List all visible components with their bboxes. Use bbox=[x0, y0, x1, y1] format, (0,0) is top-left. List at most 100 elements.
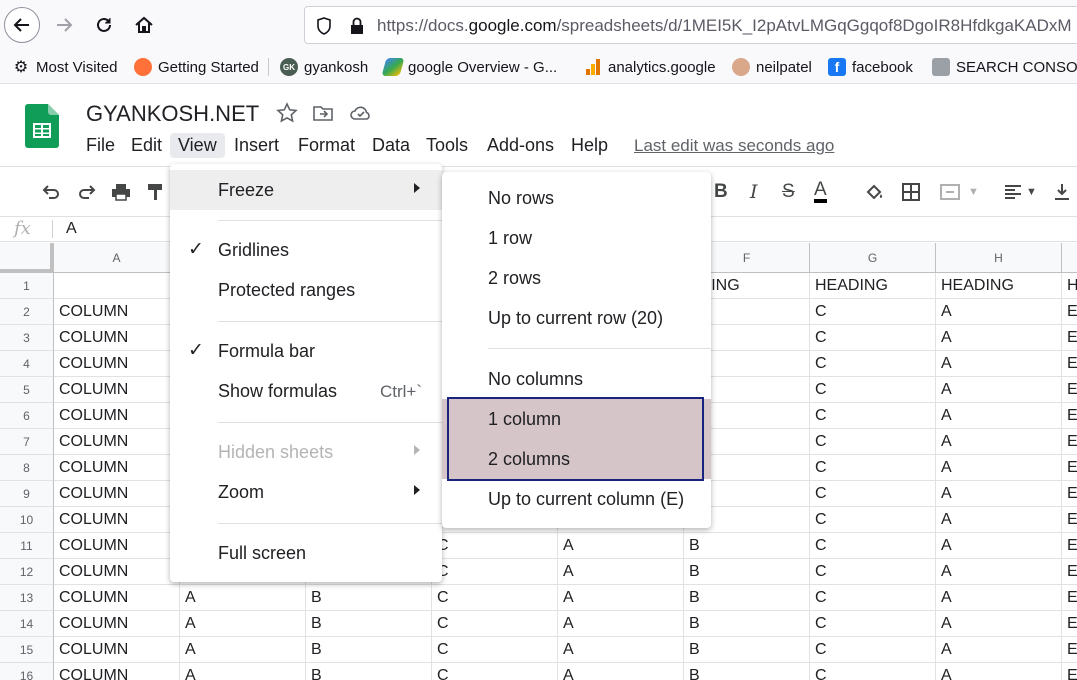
cell-h9[interactable]: A bbox=[936, 481, 1062, 507]
menu-item-zoom[interactable]: Zoom bbox=[170, 472, 442, 512]
cell-a16[interactable]: COLUMN bbox=[54, 663, 180, 680]
document-title[interactable]: GYANKOSH.NET bbox=[86, 101, 259, 127]
menu-insert[interactable]: Insert bbox=[226, 133, 287, 158]
cell-i16[interactable]: E bbox=[1062, 663, 1077, 680]
cell-h10[interactable]: A bbox=[936, 507, 1062, 533]
home-button[interactable] bbox=[126, 7, 162, 43]
cell-a4[interactable]: COLUMN bbox=[54, 351, 180, 377]
cell-a13[interactable]: COLUMN bbox=[54, 585, 180, 611]
freeze-1-row[interactable]: 1 row bbox=[442, 218, 711, 258]
bookmark-getting-started[interactable]: Getting Started bbox=[134, 56, 259, 78]
last-edit-link[interactable]: Last edit was seconds ago bbox=[634, 136, 834, 156]
row-header-15[interactable]: 15 bbox=[0, 637, 54, 663]
cell-g15[interactable]: C bbox=[810, 637, 936, 663]
cell-h7[interactable]: A bbox=[936, 429, 1062, 455]
cell-g14[interactable]: C bbox=[810, 611, 936, 637]
cell-d13[interactable]: C bbox=[432, 585, 558, 611]
cell-i15[interactable]: E bbox=[1062, 637, 1077, 663]
star-icon[interactable] bbox=[276, 102, 298, 124]
cell-a12[interactable]: COLUMN bbox=[54, 559, 180, 585]
print-icon[interactable] bbox=[110, 181, 132, 203]
menu-data[interactable]: Data bbox=[364, 133, 418, 158]
cell-d11[interactable]: C bbox=[432, 533, 558, 559]
select-all-corner[interactable] bbox=[0, 243, 54, 273]
text-color-icon[interactable]: A bbox=[814, 179, 827, 203]
menu-add-ons[interactable]: Add-ons bbox=[479, 133, 562, 158]
menu-file[interactable]: File bbox=[78, 133, 123, 158]
merge-dropdown-icon[interactable]: ▼ bbox=[968, 181, 979, 203]
align-left-icon[interactable] bbox=[1002, 181, 1024, 203]
cell-a5[interactable]: COLUMN bbox=[54, 377, 180, 403]
cell-h5[interactable]: A bbox=[936, 377, 1062, 403]
cell-h16[interactable]: A bbox=[936, 663, 1062, 680]
cell-e13[interactable]: A bbox=[558, 585, 684, 611]
cell-f16[interactable]: B bbox=[684, 663, 810, 680]
column-header-g[interactable]: G bbox=[810, 243, 936, 273]
menu-help[interactable]: Help bbox=[563, 133, 616, 158]
row-header-14[interactable]: 14 bbox=[0, 611, 54, 637]
address-bar[interactable]: https://docs.google.com/spreadsheets/d/1… bbox=[304, 6, 1077, 44]
bookmark-gyankosh[interactable]: GK gyankosh bbox=[280, 56, 368, 78]
cell-e11[interactable]: A bbox=[558, 533, 684, 559]
move-folder-icon[interactable] bbox=[312, 102, 334, 124]
cell-i14[interactable]: E bbox=[1062, 611, 1077, 637]
bookmark-facebook[interactable]: f facebook bbox=[828, 56, 913, 78]
forward-button[interactable] bbox=[46, 7, 82, 43]
freeze-up-to-current-row[interactable]: Up to current row (20) bbox=[442, 298, 711, 338]
cell-f12[interactable]: B bbox=[684, 559, 810, 585]
url-text[interactable]: https://docs.google.com/spreadsheets/d/1… bbox=[377, 16, 1072, 36]
row-header-9[interactable]: 9 bbox=[0, 481, 54, 507]
menu-item-formula-bar[interactable]: ✓ Formula bar bbox=[170, 331, 442, 371]
cell-h1[interactable]: HEADING bbox=[936, 273, 1062, 299]
row-header-8[interactable]: 8 bbox=[0, 455, 54, 481]
merge-cells-icon[interactable] bbox=[938, 181, 962, 203]
row-header-12[interactable]: 12 bbox=[0, 559, 54, 585]
vertical-align-bottom-icon[interactable] bbox=[1052, 181, 1072, 203]
cell-g11[interactable]: C bbox=[810, 533, 936, 559]
freeze-2-rows[interactable]: 2 rows bbox=[442, 258, 711, 298]
bold-icon[interactable]: B bbox=[714, 181, 728, 203]
cell-d12[interactable]: C bbox=[432, 559, 558, 585]
cell-h2[interactable]: A bbox=[936, 299, 1062, 325]
cell-g7[interactable]: C bbox=[810, 429, 936, 455]
freeze-1-column[interactable]: 1 column bbox=[442, 399, 711, 439]
row-header-7[interactable]: 7 bbox=[0, 429, 54, 455]
freeze-2-columns[interactable]: 2 columns bbox=[442, 439, 711, 479]
bookmark-google-overview[interactable]: google Overview - G... bbox=[381, 56, 557, 78]
cell-e12[interactable]: A bbox=[558, 559, 684, 585]
cell-g3[interactable]: C bbox=[810, 325, 936, 351]
row-header-13[interactable]: 13 bbox=[0, 585, 54, 611]
cell-g10[interactable]: C bbox=[810, 507, 936, 533]
align-dropdown-icon[interactable]: ▼ bbox=[1026, 181, 1037, 203]
row-header-6[interactable]: 6 bbox=[0, 403, 54, 429]
cell-g8[interactable]: C bbox=[810, 455, 936, 481]
cell-e16[interactable]: A bbox=[558, 663, 684, 680]
reload-button[interactable] bbox=[86, 7, 122, 43]
cell-h11[interactable]: A bbox=[936, 533, 1062, 559]
fill-color-icon[interactable] bbox=[864, 181, 886, 203]
borders-icon[interactable] bbox=[900, 181, 922, 203]
bookmark-neilpatel[interactable]: neilpatel bbox=[732, 56, 812, 78]
cell-a15[interactable]: COLUMN bbox=[54, 637, 180, 663]
cell-a7[interactable]: COLUMN bbox=[54, 429, 180, 455]
cell-g16[interactable]: C bbox=[810, 663, 936, 680]
cell-a2[interactable]: COLUMN bbox=[54, 299, 180, 325]
cell-a1[interactable] bbox=[54, 273, 180, 299]
sheets-logo-icon[interactable] bbox=[25, 104, 59, 148]
cell-g6[interactable]: C bbox=[810, 403, 936, 429]
cell-i1[interactable]: H bbox=[1062, 273, 1077, 299]
menu-item-show-formulas[interactable]: Show formulas Ctrl+` bbox=[170, 371, 442, 411]
cell-g2[interactable]: C bbox=[810, 299, 936, 325]
cell-h3[interactable]: A bbox=[936, 325, 1062, 351]
cell-g4[interactable]: C bbox=[810, 351, 936, 377]
cell-i11[interactable]: E bbox=[1062, 533, 1077, 559]
row-header-16[interactable]: 16 bbox=[0, 663, 54, 680]
cell-c15[interactable]: B bbox=[306, 637, 432, 663]
cell-a9[interactable]: COLUMN bbox=[54, 481, 180, 507]
menu-format[interactable]: Format bbox=[290, 133, 363, 158]
lock-icon[interactable] bbox=[349, 16, 365, 36]
column-header-i[interactable]: I bbox=[1062, 243, 1077, 273]
freeze-no-columns[interactable]: No columns bbox=[442, 359, 711, 399]
row-header-5[interactable]: 5 bbox=[0, 377, 54, 403]
cell-f14[interactable]: B bbox=[684, 611, 810, 637]
